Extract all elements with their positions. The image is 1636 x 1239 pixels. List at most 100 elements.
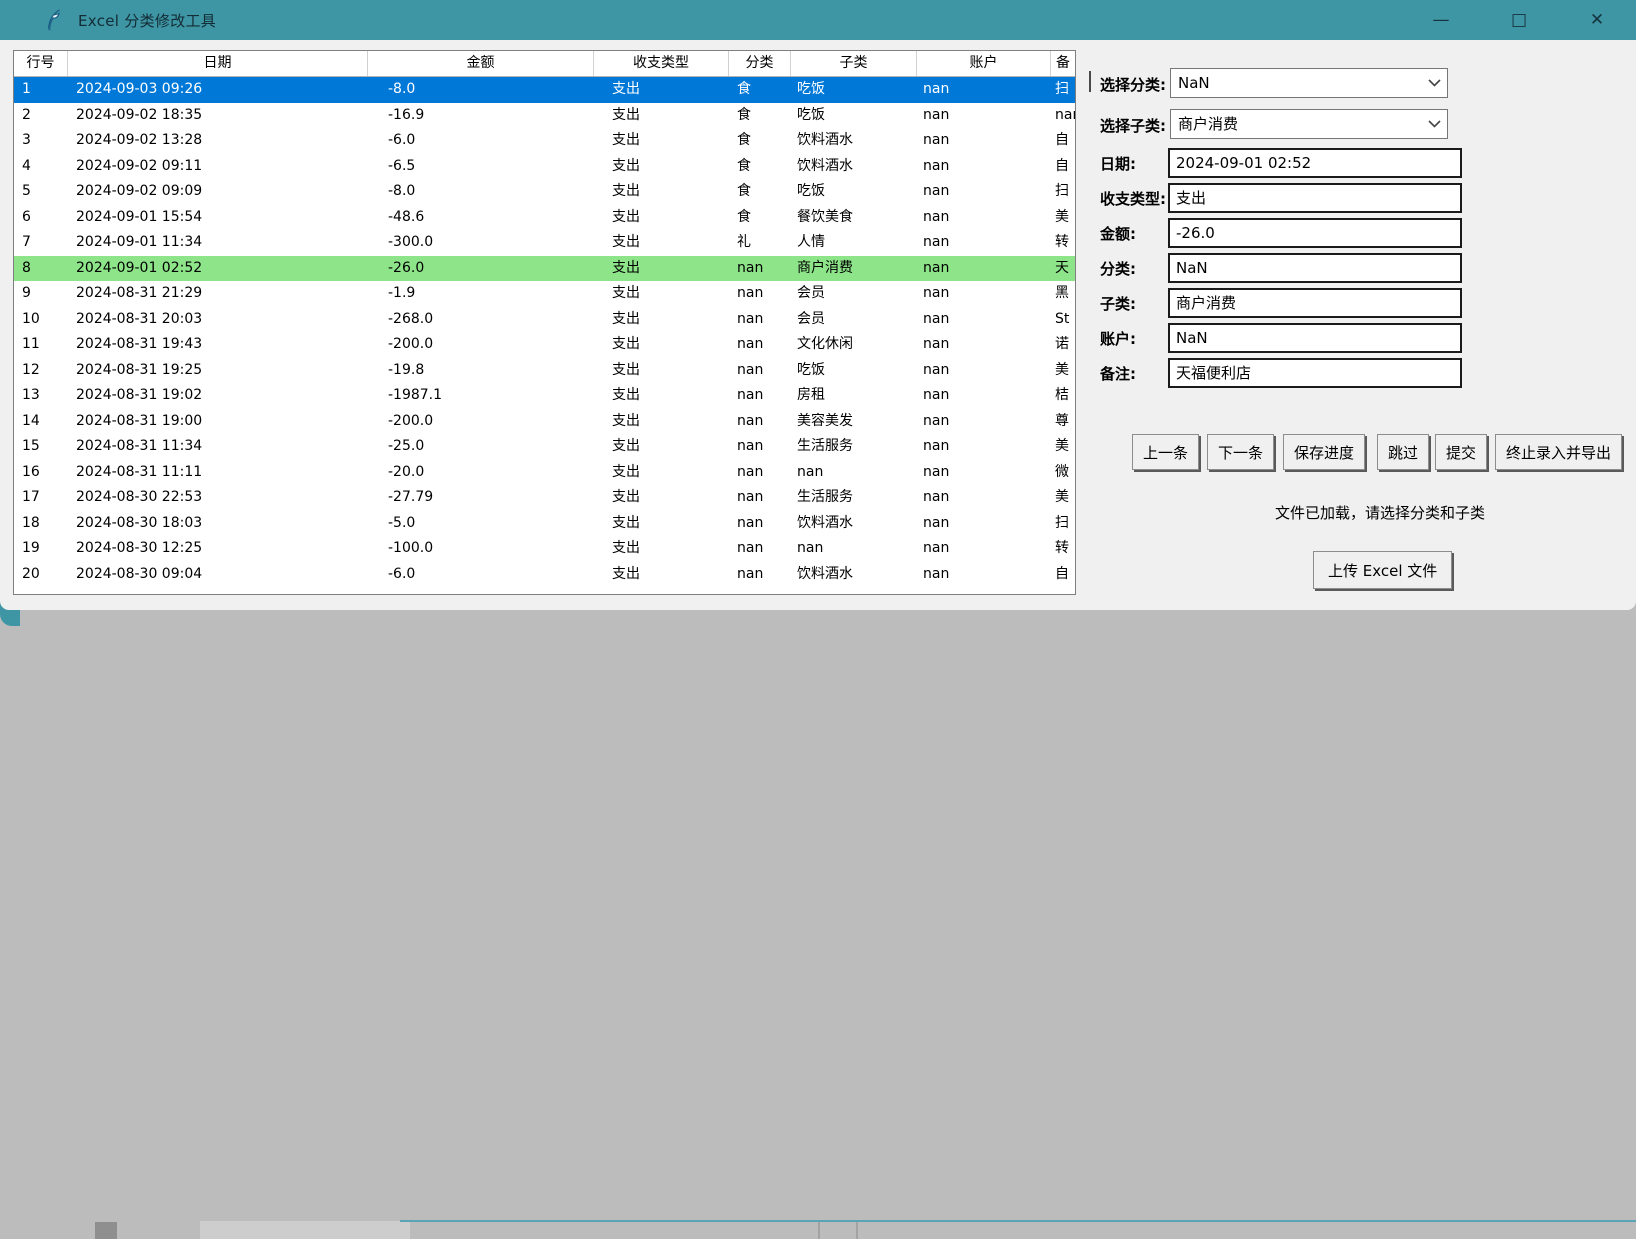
table-cell: 饮料酒水: [791, 562, 917, 588]
table-cell: 生活服务: [791, 434, 917, 460]
table-row[interactable]: 192024-08-30 12:25-100.0支出nannannan转: [14, 536, 1075, 562]
column-header[interactable]: 分类: [729, 51, 791, 76]
column-header[interactable]: 子类: [791, 51, 917, 76]
table-cell: 2024-08-31 19:02: [68, 383, 368, 409]
table-row[interactable]: 202024-08-30 09:04-6.0支出nan饮料酒水nan自: [14, 562, 1075, 588]
table-row[interactable]: 62024-09-01 15:54-48.6支出食餐饮美食nan美: [14, 205, 1075, 231]
status-text: 文件已加载，请选择分类和子类: [1180, 502, 1580, 523]
chevron-down-icon[interactable]: [1421, 110, 1447, 138]
table-cell: nan: [917, 409, 1051, 435]
category-select-label: 选择分类:: [1100, 74, 1166, 95]
table-cell: -25.0: [368, 434, 594, 460]
table-cell: 会员: [791, 281, 917, 307]
table-cell: -16.9: [368, 103, 594, 129]
table-cell: 2024-08-31 19:00: [68, 409, 368, 435]
account-label: 账户:: [1100, 328, 1136, 349]
table-cell: 11: [14, 332, 68, 358]
table-cell: 天: [1051, 256, 1075, 282]
table-row[interactable]: 22024-09-02 18:35-16.9支出食吃饭nannan: [14, 103, 1075, 129]
table-row[interactable]: 112024-08-31 19:43-200.0支出nan文化休闲nan诺: [14, 332, 1075, 358]
table-cell: 20: [14, 562, 68, 588]
table-row[interactable]: 172024-08-30 22:53-27.79支出nan生活服务nan美: [14, 485, 1075, 511]
note-field[interactable]: 天福便利店: [1168, 358, 1462, 388]
table-cell: 支出: [594, 485, 729, 511]
table-row[interactable]: 132024-08-31 19:02-1987.1支出nan房租nan桔: [14, 383, 1075, 409]
column-header[interactable]: 备: [1051, 51, 1075, 76]
table-row[interactable]: 32024-09-02 13:28-6.0支出食饮料酒水nan自: [14, 128, 1075, 154]
table-cell: 2024-08-30 12:25: [68, 536, 368, 562]
table-cell: nan: [729, 281, 791, 307]
table-cell: 扫: [1051, 77, 1075, 103]
table-cell: nan: [729, 460, 791, 486]
table-cell: nan: [729, 256, 791, 282]
table-cell: 2024-09-03 09:26: [68, 77, 368, 103]
table-cell: nan: [729, 307, 791, 333]
table-cell: -6.5: [368, 154, 594, 180]
type-field[interactable]: 支出: [1168, 183, 1462, 213]
date-field[interactable]: 2024-09-01 02:52: [1168, 148, 1462, 178]
table-cell: St: [1051, 307, 1075, 333]
skip-button[interactable]: 跳过: [1377, 434, 1429, 470]
table-cell: -300.0: [368, 230, 594, 256]
table-cell: nan: [917, 434, 1051, 460]
category-combobox[interactable]: NaN: [1170, 68, 1448, 98]
note-label: 备注:: [1100, 363, 1136, 384]
subcategory-combobox[interactable]: 商户消费: [1170, 109, 1448, 139]
table-row[interactable]: 142024-08-31 19:00-200.0支出nan美容美发nan尊: [14, 409, 1075, 435]
stop-and-export-button[interactable]: 终止录入并导出: [1495, 434, 1622, 470]
column-header[interactable]: 账户: [917, 51, 1051, 76]
table-row[interactable]: 52024-09-02 09:09-8.0支出食吃饭nan扫: [14, 179, 1075, 205]
table-row[interactable]: 152024-08-31 11:34-25.0支出nan生活服务nan美: [14, 434, 1075, 460]
column-header[interactable]: 收支类型: [594, 51, 729, 76]
table-cell: 尊: [1051, 409, 1075, 435]
table-cell: 2024-08-31 21:29: [68, 281, 368, 307]
close-button[interactable]: ✕: [1558, 0, 1636, 40]
table-cell: -200.0: [368, 332, 594, 358]
table-cell: nan: [917, 179, 1051, 205]
minimize-button[interactable]: —: [1402, 0, 1480, 40]
prev-button[interactable]: 上一条: [1132, 434, 1199, 470]
titlebar: Excel 分类修改工具 — □ ✕: [0, 0, 1636, 40]
column-header[interactable]: 金额: [368, 51, 594, 76]
table-cell: nan: [917, 205, 1051, 231]
table-row[interactable]: 12024-09-03 09:26-8.0支出食吃饭nan扫: [14, 77, 1075, 103]
table-cell: 支出: [594, 409, 729, 435]
column-header[interactable]: 日期: [68, 51, 368, 76]
table-cell: 支出: [594, 103, 729, 129]
amount-label: 金额:: [1100, 223, 1136, 244]
table-cell: 美: [1051, 205, 1075, 231]
account-field[interactable]: NaN: [1168, 323, 1462, 353]
table-row[interactable]: 122024-08-31 19:25-19.8支出nan吃饭nan美: [14, 358, 1075, 384]
subcategory-label: 子类:: [1100, 293, 1136, 314]
table-cell: 支出: [594, 154, 729, 180]
category-field[interactable]: NaN: [1168, 253, 1462, 283]
next-button[interactable]: 下一条: [1207, 434, 1274, 470]
table-row[interactable]: 102024-08-31 20:03-268.0支出nan会员nanSt: [14, 307, 1075, 333]
taskbar: [0, 610, 1636, 629]
upload-excel-button[interactable]: 上传 Excel 文件: [1313, 551, 1452, 589]
table-cell: 2024-08-30 09:04: [68, 562, 368, 588]
table-cell: -6.0: [368, 562, 594, 588]
pane-divider[interactable]: [1089, 71, 1091, 92]
column-header[interactable]: 行号: [14, 51, 68, 76]
submit-button[interactable]: 提交: [1435, 434, 1487, 470]
table-row[interactable]: 92024-08-31 21:29-1.9支出nan会员nan黑: [14, 281, 1075, 307]
maximize-button[interactable]: □: [1480, 0, 1558, 40]
date-label: 日期:: [1100, 153, 1136, 174]
table-row[interactable]: 182024-08-30 18:03-5.0支出nan饮料酒水nan扫: [14, 511, 1075, 537]
subcategory-field[interactable]: 商户消费: [1168, 288, 1462, 318]
chevron-down-icon[interactable]: [1421, 69, 1447, 97]
table-row[interactable]: 72024-09-01 11:34-300.0支出礼人情nan转: [14, 230, 1075, 256]
app-window: Excel 分类修改工具 — □ ✕ 行号日期金额收支类型分类子类账户备 120…: [0, 0, 1636, 610]
save-progress-button[interactable]: 保存进度: [1283, 434, 1365, 470]
table-row[interactable]: 82024-09-01 02:52-26.0支出nan商户消费nan天: [14, 256, 1075, 282]
amount-field[interactable]: -26.0: [1168, 218, 1462, 248]
table-row[interactable]: 42024-09-02 09:11-6.5支出食饮料酒水nan自: [14, 154, 1075, 180]
table-cell: -27.79: [368, 485, 594, 511]
table-cell: 12: [14, 358, 68, 384]
table-row[interactable]: 162024-08-31 11:11-20.0支出nannannan微: [14, 460, 1075, 486]
type-label: 收支类型:: [1100, 188, 1166, 209]
table-cell: 支出: [594, 536, 729, 562]
table-cell: 食: [729, 154, 791, 180]
table-cell: 2024-09-02 18:35: [68, 103, 368, 129]
